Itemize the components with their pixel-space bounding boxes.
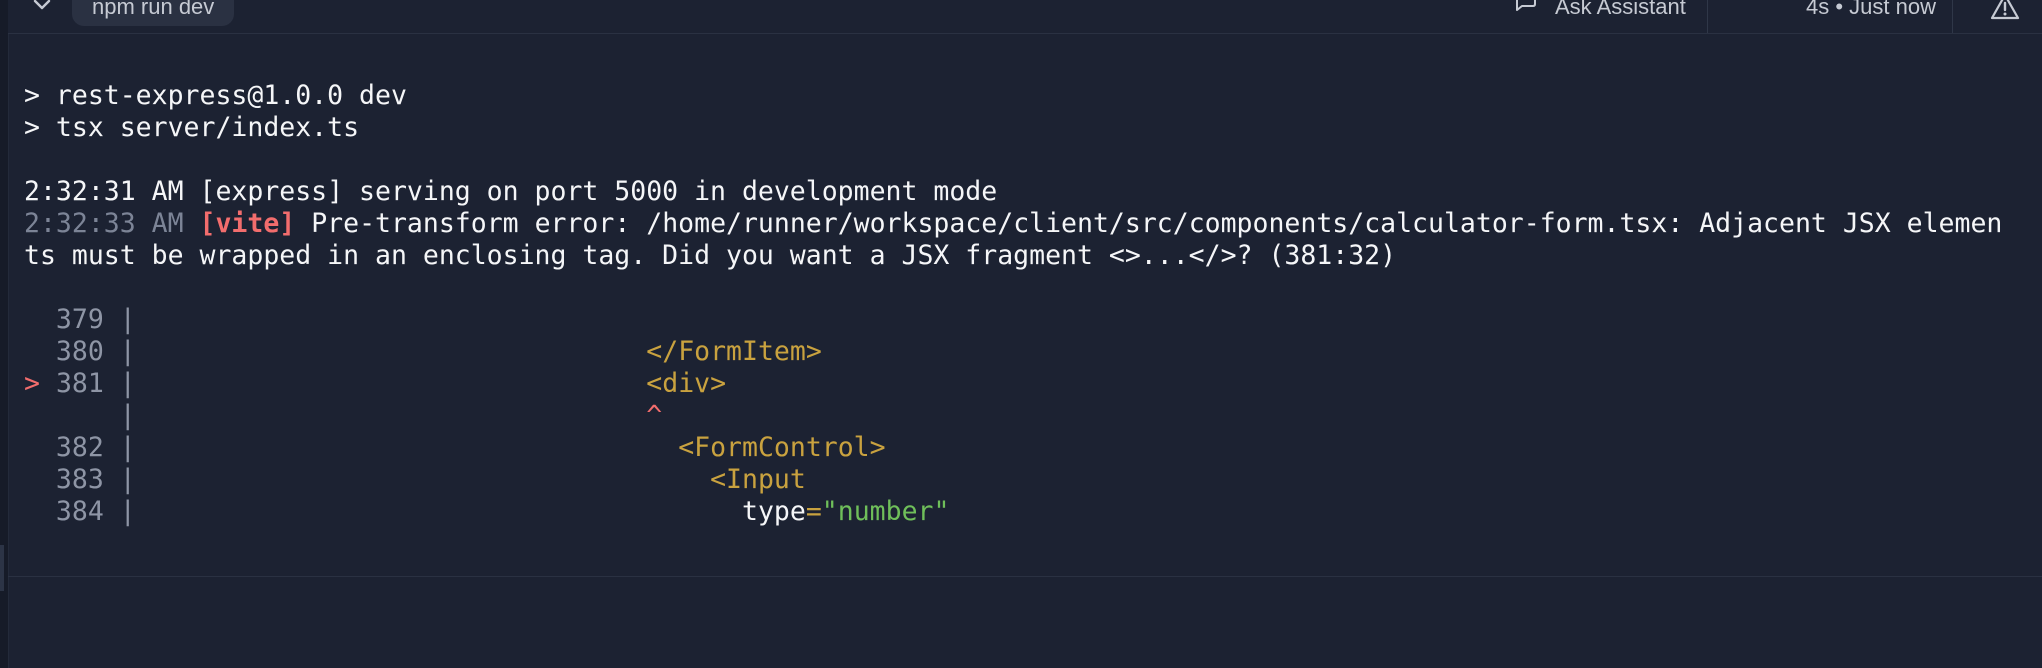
error-line-marker: >: [24, 368, 40, 399]
run-status-text: 4s • Just now: [1806, 0, 1936, 19]
command-pill[interactable]: npm run dev: [72, 0, 235, 26]
code-frame-line: 380 | </FormItem>: [24, 336, 2030, 368]
script-line: > tsx server/index.ts: [24, 112, 360, 143]
terminal-output: > rest-express@1.0.0 dev > tsx server/in…: [24, 80, 2030, 528]
header-divider: [1952, 0, 1953, 33]
warning-triangle-icon[interactable]: [1990, 0, 2020, 22]
code-frame-line-error: > 381 | <div>: [24, 368, 2030, 400]
code-frame-line: 382 | <FormControl>: [24, 432, 2030, 464]
header-divider: [1707, 0, 1708, 33]
gutter-bar: |: [119, 464, 136, 495]
line-number: 380: [55, 336, 104, 367]
line-number: 383: [55, 464, 104, 495]
jsx-code: <div>: [646, 368, 727, 399]
line-number: 381: [55, 368, 104, 399]
line-number: 382: [55, 432, 104, 463]
line-number: 384: [55, 496, 104, 527]
error-log-line: 2:32:33 AM [vite] Pre-transform error: /…: [24, 208, 2030, 240]
gutter-bar: |: [119, 336, 136, 367]
code-frame-caret-line: | ^: [24, 400, 2030, 432]
chat-bubble-icon: [1513, 0, 1555, 22]
error-message: Pre-transform error: /home/runner/worksp…: [295, 208, 2003, 239]
jsx-code: </FormItem>: [646, 336, 822, 367]
console-header: npm run dev Ask Assistant 4s • Just now: [8, 0, 2042, 34]
log-line: 2:32:31 AM [express] serving on port 500…: [24, 176, 998, 207]
error-caret: ^: [646, 400, 663, 431]
gutter-bar: |: [119, 432, 136, 463]
vite-tag: [vite]: [199, 208, 296, 239]
jsx-code: <Input: [710, 464, 806, 495]
ask-assistant-label: Ask Assistant: [1555, 0, 1686, 19]
code-frame-line: 384 | type="number": [24, 496, 2030, 528]
jsx-equals: =: [805, 496, 822, 527]
gutter-bar: |: [119, 304, 136, 335]
jsx-code: <FormControl>: [678, 432, 886, 463]
code-frame-line: 383 | <Input: [24, 464, 2030, 496]
line-number: 379: [55, 304, 104, 335]
gutter-bar: |: [119, 368, 136, 399]
output-divider: [8, 576, 2042, 577]
jsx-attribute: type: [742, 496, 806, 527]
gutter-bar: |: [119, 400, 136, 431]
gutter-bar: |: [119, 496, 136, 527]
log-timestamp: 2:32:33 AM: [24, 208, 184, 239]
jsx-string: "number": [821, 496, 950, 527]
code-frame-line: 379 |: [24, 304, 2030, 336]
script-line: > rest-express@1.0.0 dev: [24, 80, 407, 111]
error-message-continued: ts must be wrapped in an enclosing tag. …: [24, 240, 1397, 271]
ask-assistant-button[interactable]: Ask Assistant: [1513, 0, 1686, 22]
left-edge-handle[interactable]: [0, 545, 4, 591]
chevron-down-icon[interactable]: [30, 0, 54, 16]
